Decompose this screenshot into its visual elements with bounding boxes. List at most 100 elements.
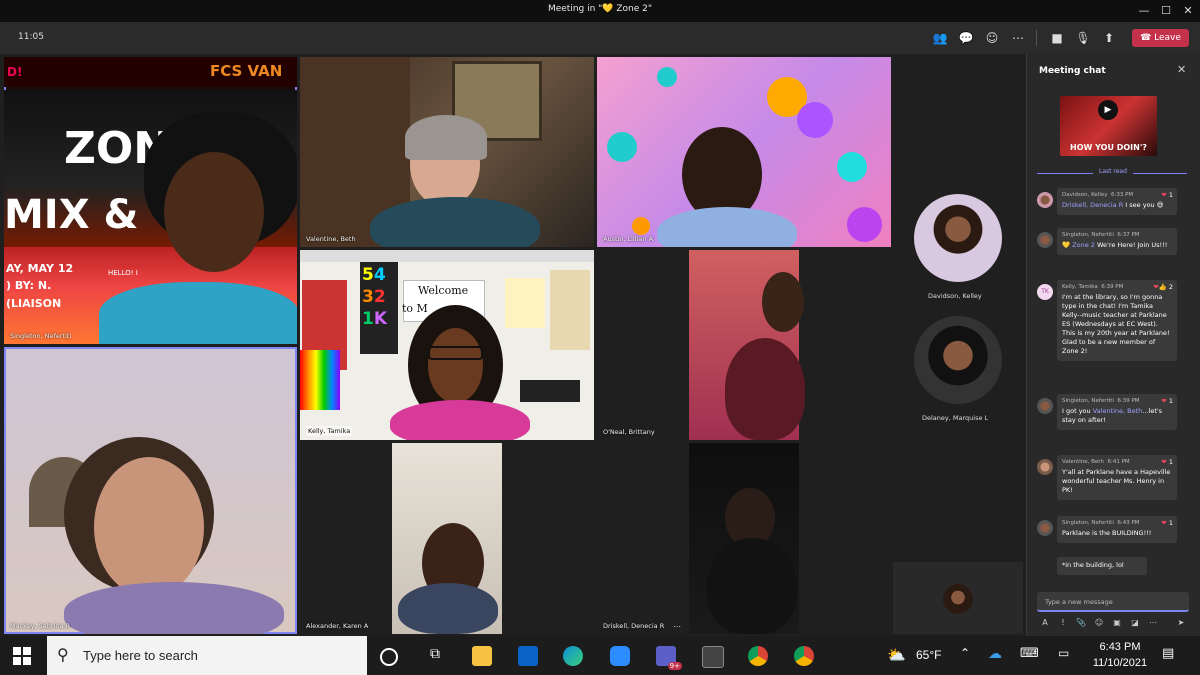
self-view-tile[interactable] <box>893 562 1023 634</box>
share-screen-icon[interactable]: ⬆ <box>1101 30 1117 46</box>
more-options-icon[interactable]: ⋯ <box>1010 30 1026 46</box>
phone-icon: ☎ <box>1140 33 1155 43</box>
avatar <box>1037 232 1053 248</box>
chat-message[interactable]: Singleton, Nefertiti 6:39 PM ❤ 1 I got y… <box>1057 394 1177 430</box>
weather-icon[interactable]: ⛅ <box>887 646 907 666</box>
cortana-icon[interactable] <box>380 648 398 666</box>
video-tile-singleton[interactable]: D! FCS VAN ZON MIX & AY, MAY 12 ) BY: N.… <box>4 57 297 344</box>
task-view-icon[interactable]: ⧉ <box>425 646 445 666</box>
video-tile-mackey[interactable]: Mackey, Sabrina R <box>4 347 297 634</box>
store-icon[interactable] <box>702 646 724 668</box>
chat-message[interactable]: *in the building, lol <box>1057 557 1147 575</box>
edge-icon[interactable] <box>563 646 583 666</box>
format-icon[interactable]: A <box>1039 618 1051 630</box>
windows-start-icon[interactable] <box>13 647 31 665</box>
message-text: Y'all at Parklane have a Hapeville wonde… <box>1062 468 1171 494</box>
chat-message[interactable]: Singleton, Nefertiti 6:37 PM 💛 Zone 2 We… <box>1057 228 1177 255</box>
meeting-chat-panel: Meeting chat ✕ ▶ HOW YOU DOIN'? Last rea… <box>1026 54 1200 636</box>
mention[interactable]: Zone 2 <box>1072 241 1095 249</box>
taskbar-search[interactable]: ⚲ Type here to search <box>47 636 367 675</box>
message-author: Singleton, Nefertiti <box>1062 232 1114 238</box>
reaction-count: 1 <box>1168 191 1173 199</box>
minimize-icon[interactable]: — <box>1136 3 1152 19</box>
leave-button[interactable]: ☎ Leave <box>1132 29 1189 47</box>
close-window-icon[interactable]: ✕ <box>1180 3 1196 19</box>
chat-icon[interactable]: 💬 <box>958 30 974 46</box>
participants-icon[interactable]: 👥 <box>932 30 948 46</box>
classroom-number: 2 <box>373 287 386 307</box>
search-placeholder[interactable]: Type here to search <box>83 648 198 663</box>
heart-icon[interactable]: ❤ <box>1161 519 1166 527</box>
teams-icon[interactable]: 9+ <box>656 646 682 670</box>
attach-icon[interactable]: 📎 <box>1075 618 1087 630</box>
mention[interactable]: Valentine, Beth <box>1093 407 1143 415</box>
compose-box[interactable]: Type a new message <box>1037 592 1189 612</box>
avatar <box>1037 398 1053 414</box>
chevron-up-icon[interactable]: ⌃ <box>960 646 980 666</box>
chat-message[interactable]: Singleton, Nefertiti 6:43 PM ❤ 1 Parklan… <box>1057 516 1177 543</box>
maximize-icon[interactable]: ☐ <box>1158 3 1174 19</box>
chat-title: Meeting chat <box>1039 66 1106 76</box>
emoji-icon[interactable]: ☺ <box>1093 618 1105 630</box>
heart-icon[interactable]: ❤ <box>1161 458 1166 466</box>
avatar <box>1037 192 1053 208</box>
video-tile-alexander[interactable]: Alexander, Karen A <box>300 443 594 634</box>
classroom-number: K <box>373 309 388 329</box>
meeting-toolbar: 11:05 👥 💬 ☺ ⋯ ■ 🎙 ⬆ ☎ Leave <box>0 22 1200 54</box>
gif-message[interactable]: ▶ HOW YOU DOIN'? <box>1060 96 1157 156</box>
onedrive-icon[interactable]: ☁ <box>988 646 1008 666</box>
chat-message[interactable]: Kelly, Tamika 6:39 PM ❤👍 2 I'm at the li… <box>1057 280 1177 361</box>
mention[interactable]: Driskell, Denecia R <box>1062 201 1123 209</box>
chat-message[interactable]: Davidson, Kelley 6:33 PM ❤ 1 Driskell, D… <box>1057 188 1177 215</box>
notifications-icon[interactable]: ▤ <box>1162 646 1182 666</box>
heart-emoji: 💛 <box>1062 241 1073 249</box>
send-icon[interactable]: ➤ <box>1175 618 1187 630</box>
video-tile-oneal[interactable]: O'Neal, Brittany <box>597 250 891 440</box>
video-stage: D! FCS VAN ZON MIX & AY, MAY 12 ) BY: N.… <box>0 54 1026 636</box>
participant-avatar[interactable] <box>914 316 1002 404</box>
zoom-icon[interactable] <box>610 646 630 666</box>
heart-icon[interactable]: ❤ <box>1161 397 1166 405</box>
microphone-muted-icon[interactable]: 🎙 <box>1075 30 1091 46</box>
message-time: 6:41 PM <box>1107 459 1130 465</box>
last-read-label: Last read <box>1093 168 1133 175</box>
video-tile-austin[interactable]: Austin, Lillian A <box>597 57 891 247</box>
reactions-icon[interactable]: ☺ <box>984 30 1000 46</box>
participant-name: Mackey, Sabrina R <box>10 622 71 630</box>
welcome-sign: to M <box>402 302 428 315</box>
taskbar-time[interactable]: 6:43 PM <box>1082 641 1158 653</box>
video-tile-driskell[interactable]: Driskell, Denecia R ⋯ <box>597 443 891 634</box>
display-icon[interactable]: ▭ <box>1058 646 1078 666</box>
message-time: 6:33 PM <box>1111 192 1134 198</box>
sticker-icon[interactable]: ◪ <box>1129 618 1141 630</box>
gif-icon[interactable]: ▣ <box>1111 618 1123 630</box>
taskbar-date[interactable]: 11/10/2021 <box>1082 657 1158 669</box>
more-options-icon[interactable]: ⋯ <box>1147 618 1159 630</box>
keyboard-icon[interactable]: ⌨ <box>1020 646 1040 666</box>
play-icon[interactable]: ▶ <box>1098 100 1118 120</box>
avatar: TK <box>1037 284 1053 300</box>
mail-icon[interactable] <box>518 646 538 666</box>
participant-avatar[interactable] <box>914 194 1002 282</box>
weather-temperature[interactable]: 65°F <box>916 648 941 662</box>
file-explorer-icon[interactable] <box>472 646 492 666</box>
close-chat-icon[interactable]: ✕ <box>1177 63 1186 76</box>
classroom-number: 3 <box>362 287 374 307</box>
chrome-icon[interactable] <box>748 646 768 666</box>
chrome-icon[interactable] <box>794 646 814 666</box>
avatar <box>1037 520 1053 536</box>
message-text: I see you 😄 <box>1123 201 1164 209</box>
classroom-number: 5 <box>362 265 374 285</box>
message-author: Singleton, Nefertiti <box>1062 398 1114 404</box>
heart-icon[interactable]: ❤ <box>1161 191 1166 199</box>
more-options-icon[interactable]: ⋯ <box>673 622 681 631</box>
video-tile-kelly[interactable]: 54 32 1K Welcome to M Kelly, Tamika <box>300 250 594 440</box>
video-tile-valentine[interactable]: Valentine, Beth <box>300 57 594 247</box>
toolbar-divider <box>1036 30 1037 46</box>
classroom-number: 1 <box>362 309 374 329</box>
chat-message[interactable]: Valentine, Beth 6:41 PM ❤ 1 Y'all at Par… <box>1057 455 1177 500</box>
teams-badge: 9+ <box>667 662 682 670</box>
important-icon[interactable]: ! <box>1057 618 1069 630</box>
compose-placeholder[interactable]: Type a new message <box>1045 598 1113 606</box>
camera-icon[interactable]: ■ <box>1049 30 1065 46</box>
